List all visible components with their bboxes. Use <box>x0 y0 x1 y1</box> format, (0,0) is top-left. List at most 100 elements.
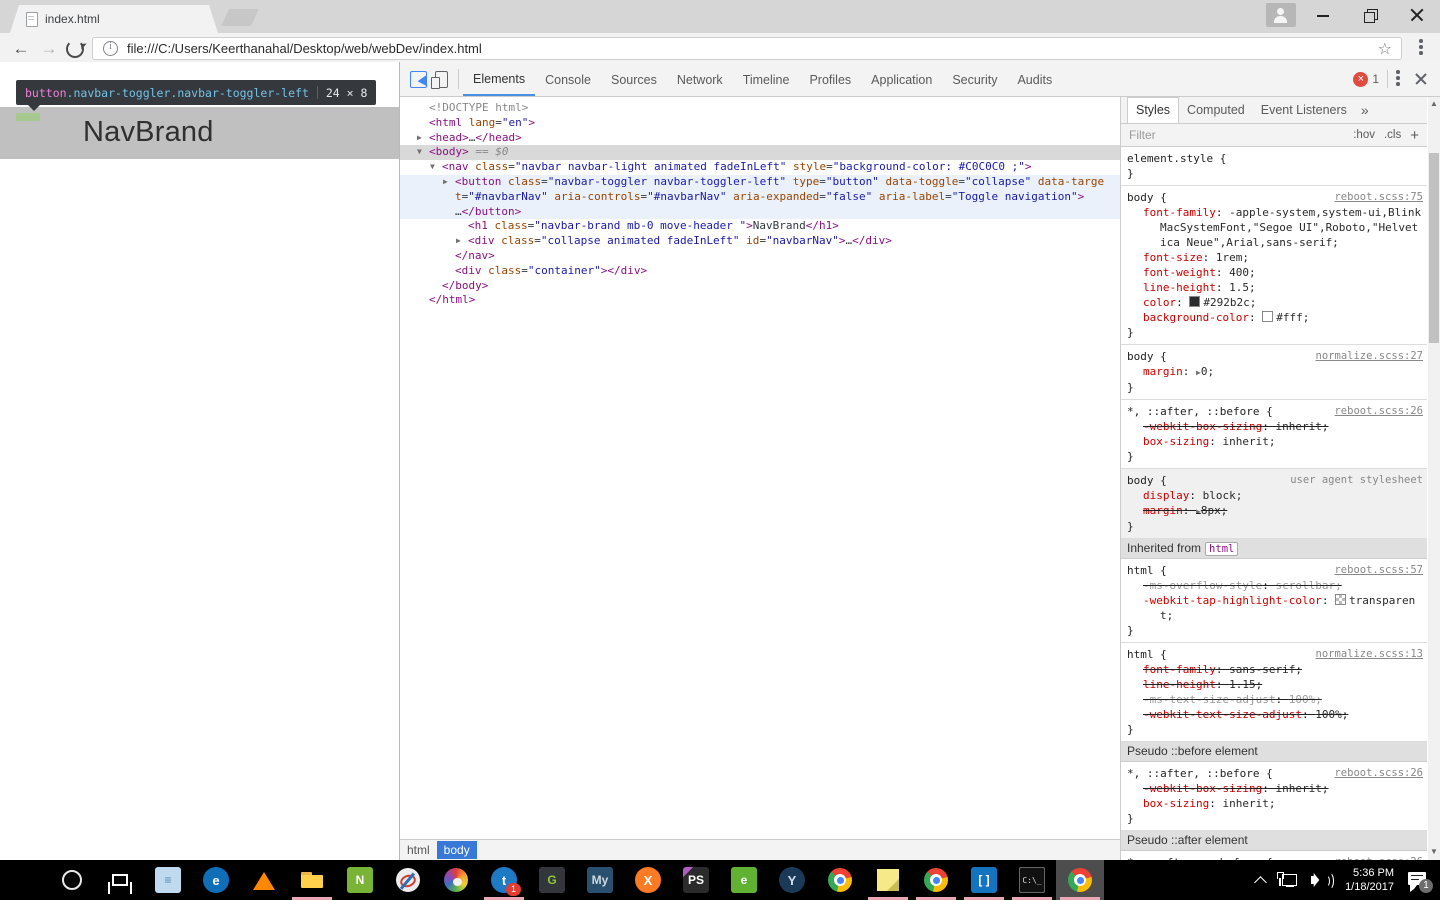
volume-icon[interactable] <box>1311 871 1333 889</box>
window-minimize-button[interactable] <box>1300 0 1346 30</box>
browser-tab[interactable]: index.html × <box>10 5 234 33</box>
thunderbird-taskbar-button[interactable]: t1 <box>480 860 528 900</box>
css-property[interactable]: font-size: 1rem; <box>1127 250 1423 265</box>
devtools-close-button[interactable] <box>1414 72 1428 86</box>
dom-node-line[interactable]: <html lang="en"> <box>400 116 1120 131</box>
snipping-tool-taskbar-button[interactable] <box>384 860 432 900</box>
clock[interactable]: 5:36 PM 1/18/2017 <box>1345 866 1394 894</box>
dom-node-line[interactable]: </html> <box>400 293 1120 308</box>
bookmark-star-icon[interactable]: ☆ <box>1378 39 1392 59</box>
stylesheet-link[interactable]: normalize.scss:13 <box>1316 647 1423 662</box>
sourcetree-taskbar-button[interactable]: Y <box>768 860 816 900</box>
dom-node-line[interactable]: ▼<body> == $0 <box>400 145 1120 160</box>
style-rule[interactable]: reboot.scss:75body {font-family: -apple-… <box>1121 186 1427 345</box>
expander-closed-icon[interactable]: ▶ <box>417 131 422 146</box>
expander-open-icon[interactable]: ▼ <box>430 160 435 175</box>
network-icon[interactable] <box>1277 872 1297 888</box>
node-link-chip[interactable]: html <box>1205 542 1238 556</box>
tray-expand-icon[interactable] <box>1254 876 1267 889</box>
inspect-element-icon[interactable] <box>410 71 427 88</box>
address-bar[interactable]: file:///C:/Users/Keerthanahal/Desktop/we… <box>92 37 1402 60</box>
css-property[interactable]: -ms-text-size-adjust: 100%; <box>1127 692 1423 707</box>
expander-closed-icon[interactable]: ▶ <box>443 175 448 190</box>
css-property[interactable]: -webkit-box-sizing: inherit; <box>1127 419 1423 434</box>
style-rule[interactable]: reboot.scss:26*, ::after, ::before {-web… <box>1121 851 1427 860</box>
devtools-menu-button[interactable] <box>1396 70 1400 88</box>
stylesheet-link[interactable]: reboot.scss:26 <box>1334 766 1423 781</box>
devtools-tab-sources[interactable]: Sources <box>601 64 667 95</box>
notepad-taskbar-button[interactable]: ≡ <box>144 860 192 900</box>
devtools-tab-security[interactable]: Security <box>942 64 1007 95</box>
css-property[interactable]: line-height: 1.5; <box>1127 280 1423 295</box>
css-property[interactable]: display: block; <box>1127 488 1423 503</box>
devtools-tab-console[interactable]: Console <box>535 64 601 95</box>
style-rule[interactable]: element.style {} <box>1121 147 1427 186</box>
style-rule[interactable]: normalize.scss:13html {font-family: sans… <box>1121 643 1427 742</box>
new-style-rule-button[interactable]: + <box>1410 127 1419 144</box>
error-badge-icon[interactable]: × <box>1353 72 1368 87</box>
chrome-taskbar-button[interactable] <box>816 860 864 900</box>
vlc-taskbar-button[interactable] <box>240 860 288 900</box>
filter-input[interactable]: Filter <box>1129 128 1353 142</box>
style-rule[interactable]: reboot.scss:26*, ::after, ::before {-web… <box>1121 400 1427 469</box>
devtools-tab-profiles[interactable]: Profiles <box>799 64 861 95</box>
notepad-plus-plus-taskbar-button[interactable]: N <box>336 860 384 900</box>
css-property[interactable]: -webkit-text-size-adjust: 100%; <box>1127 707 1423 722</box>
css-property[interactable]: box-sizing: inherit; <box>1127 796 1423 811</box>
css-property[interactable]: background-color: #fff; <box>1127 310 1423 325</box>
dom-node-line[interactable]: </body> <box>400 279 1120 294</box>
dom-node-line[interactable]: <!DOCTYPE html> <box>400 101 1120 116</box>
color-swatch[interactable] <box>1189 296 1200 307</box>
scroll-up-icon[interactable]: ▲ <box>1428 99 1440 108</box>
style-rule[interactable]: reboot.scss:26*, ::after, ::before {-web… <box>1121 762 1427 831</box>
device-toolbar-icon[interactable] <box>435 71 448 88</box>
style-rule[interactable]: normalize.scss:27body {margin: ▶0;} <box>1121 345 1427 400</box>
css-property[interactable]: box-sizing: inherit; <box>1127 434 1423 449</box>
dom-node-line[interactable]: <div class="container"></div> <box>400 264 1120 279</box>
color-swatch[interactable] <box>1262 311 1273 322</box>
sticky-notes-taskbar-button[interactable] <box>864 860 912 900</box>
start-button-taskbar-button[interactable] <box>0 860 48 900</box>
css-property[interactable]: -webkit-box-sizing: inherit; <box>1127 781 1423 796</box>
stylesheet-link[interactable]: reboot.scss:57 <box>1334 563 1423 578</box>
page-info-icon[interactable] <box>103 41 118 56</box>
style-rule[interactable]: reboot.scss:57html {-ms-overflow-style: … <box>1121 559 1427 643</box>
css-property[interactable]: color: #292b2c; <box>1127 295 1423 310</box>
paint-taskbar-button[interactable] <box>432 860 480 900</box>
css-property[interactable]: font-family: sans-serif; <box>1127 662 1423 677</box>
reload-button[interactable] <box>66 40 84 58</box>
expander-open-icon[interactable]: ▼ <box>417 145 422 160</box>
dom-node-line[interactable]: ▶<head>…</head> <box>400 131 1120 146</box>
brackets-taskbar-button[interactable]: [ ] <box>960 860 1008 900</box>
stylesheet-link[interactable]: normalize.scss:27 <box>1316 349 1423 364</box>
window-restore-button[interactable] <box>1348 0 1394 30</box>
css-property[interactable]: -webkit-tap-highlight-color: transparent… <box>1127 593 1423 623</box>
expander-closed-icon[interactable]: ▶ <box>456 234 461 249</box>
css-property[interactable]: font-family: -apple-system,system-ui,Bli… <box>1127 205 1423 250</box>
stylesheet-link[interactable]: reboot.scss:26 <box>1334 404 1423 419</box>
style-rule[interactable]: user agent stylesheetbody {display: bloc… <box>1121 469 1427 539</box>
toggle-hover-state-button[interactable]: :hov <box>1353 129 1375 141</box>
css-property[interactable]: font-weight: 400; <box>1127 265 1423 280</box>
dom-node-line[interactable]: </nav> <box>400 249 1120 264</box>
stylesheet-link[interactable]: reboot.scss:75 <box>1334 190 1423 205</box>
scrollbar-thumb[interactable] <box>1429 153 1439 343</box>
task-view-button-taskbar-button[interactable] <box>96 860 144 900</box>
window-close-button[interactable] <box>1394 0 1440 30</box>
greenshot-taskbar-button[interactable]: G <box>528 860 576 900</box>
tab-styles[interactable]: Styles <box>1127 97 1179 123</box>
breadcrumb-body[interactable]: body <box>437 841 477 859</box>
xampp-taskbar-button[interactable]: X <box>624 860 672 900</box>
phpstorm-taskbar-button[interactable]: PS <box>672 860 720 900</box>
url-text[interactable]: file:///C:/Users/Keerthanahal/Desktop/we… <box>127 41 1378 56</box>
forward-button[interactable]: → <box>36 36 62 62</box>
evernote-taskbar-button[interactable]: e <box>720 860 768 900</box>
css-property[interactable]: -ms-overflow-style: scrollbar; <box>1127 578 1423 593</box>
devtools-tab-network[interactable]: Network <box>667 64 733 95</box>
chrome-2-taskbar-button[interactable] <box>912 860 960 900</box>
css-property[interactable]: line-height: 1.15; <box>1127 677 1423 692</box>
dom-node-line[interactable]: ▶<div class="collapse animated fadeInLef… <box>400 234 1120 249</box>
dom-node-line[interactable]: ▶<button class="navbar-toggler navbar-to… <box>400 175 1120 205</box>
devtools-tab-application[interactable]: Application <box>861 64 942 95</box>
styles-scrollbar[interactable]: ▲ ▼ <box>1428 97 1440 860</box>
